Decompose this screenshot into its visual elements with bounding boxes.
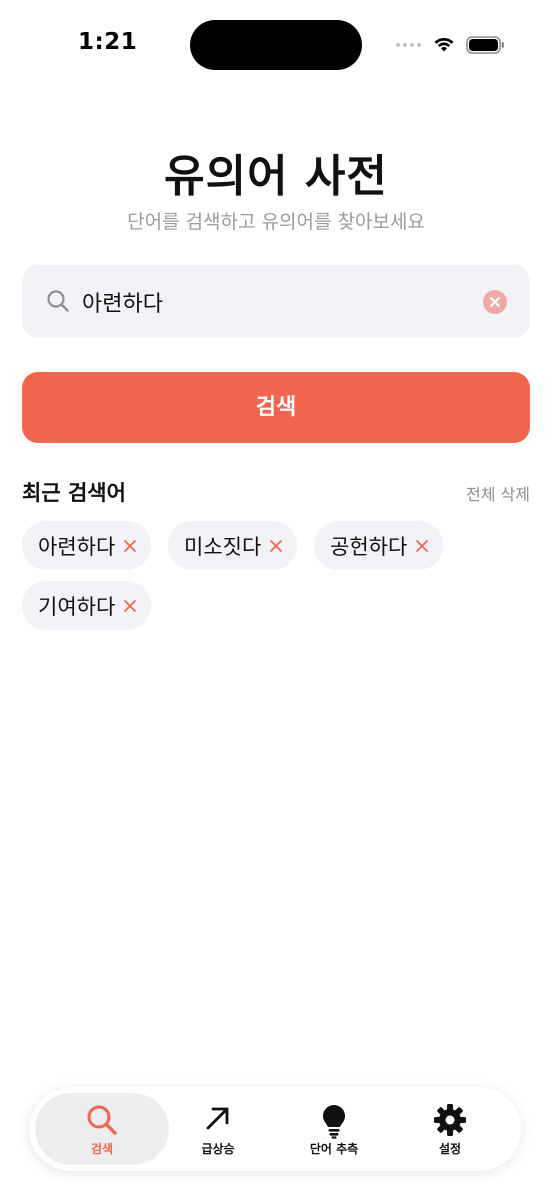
remove-icon[interactable] <box>269 539 283 553</box>
battery-icon <box>466 36 504 54</box>
clear-all-button[interactable]: 전체 삭제 <box>466 481 530 505</box>
recent-chip[interactable]: 아련하다 <box>22 521 152 570</box>
recent-chip[interactable]: 공헌하다 <box>314 521 444 570</box>
recent-searches-header: 최근 검색어 전체 삭제 <box>22 477 530 507</box>
tab-label: 검색 <box>90 1142 114 1156</box>
clear-circle-icon <box>490 297 500 307</box>
recent-chip-label: 공헌하다 <box>330 534 408 559</box>
recent-chip-label: 미소짓다 <box>184 534 262 559</box>
recent-chip-label: 기여하다 <box>38 594 116 619</box>
search-field[interactable] <box>22 265 530 338</box>
gear-icon <box>434 1104 466 1136</box>
tab-label: 설정 <box>438 1142 462 1156</box>
tab-search[interactable]: 검색 <box>35 1093 169 1165</box>
search-icon <box>47 290 69 312</box>
dynamic-island <box>190 20 362 70</box>
search-input[interactable] <box>82 283 462 321</box>
tab-bar: 검색 급상승 단어 추측 설정 <box>29 1087 521 1171</box>
lightbulb-icon <box>323 1105 345 1139</box>
cellular-signal-icon <box>396 43 421 47</box>
status-time: 1:21 <box>78 29 138 55</box>
recent-chip-label: 아련하다 <box>38 534 116 559</box>
tab-label: 단어 추측 <box>309 1142 359 1156</box>
page-subtitle: 단어를 검색하고 유의어를 찾아보세요 <box>127 211 425 233</box>
page-title: 유의어 사전 <box>164 151 388 202</box>
tab-settings[interactable]: 설정 <box>383 1093 517 1165</box>
arrow-up-right-icon <box>206 1107 229 1130</box>
recent-chip[interactable]: 미소짓다 <box>168 521 298 570</box>
remove-icon[interactable] <box>123 599 137 613</box>
tab-trending[interactable]: 급상승 <box>151 1093 285 1165</box>
tab-label: 급상승 <box>201 1142 235 1156</box>
remove-icon[interactable] <box>415 539 429 553</box>
wifi-icon <box>434 37 454 52</box>
search-icon <box>87 1105 117 1135</box>
search-button[interactable]: 검색 <box>22 372 530 443</box>
remove-icon[interactable] <box>123 539 137 553</box>
tab-word-guess[interactable]: 단어 추측 <box>267 1093 401 1165</box>
clear-search-button[interactable] <box>483 290 507 314</box>
status-bar: 1:21 <box>0 0 552 90</box>
recent-searches-title: 최근 검색어 <box>22 481 126 505</box>
recent-chip[interactable]: 기여하다 <box>22 581 152 630</box>
